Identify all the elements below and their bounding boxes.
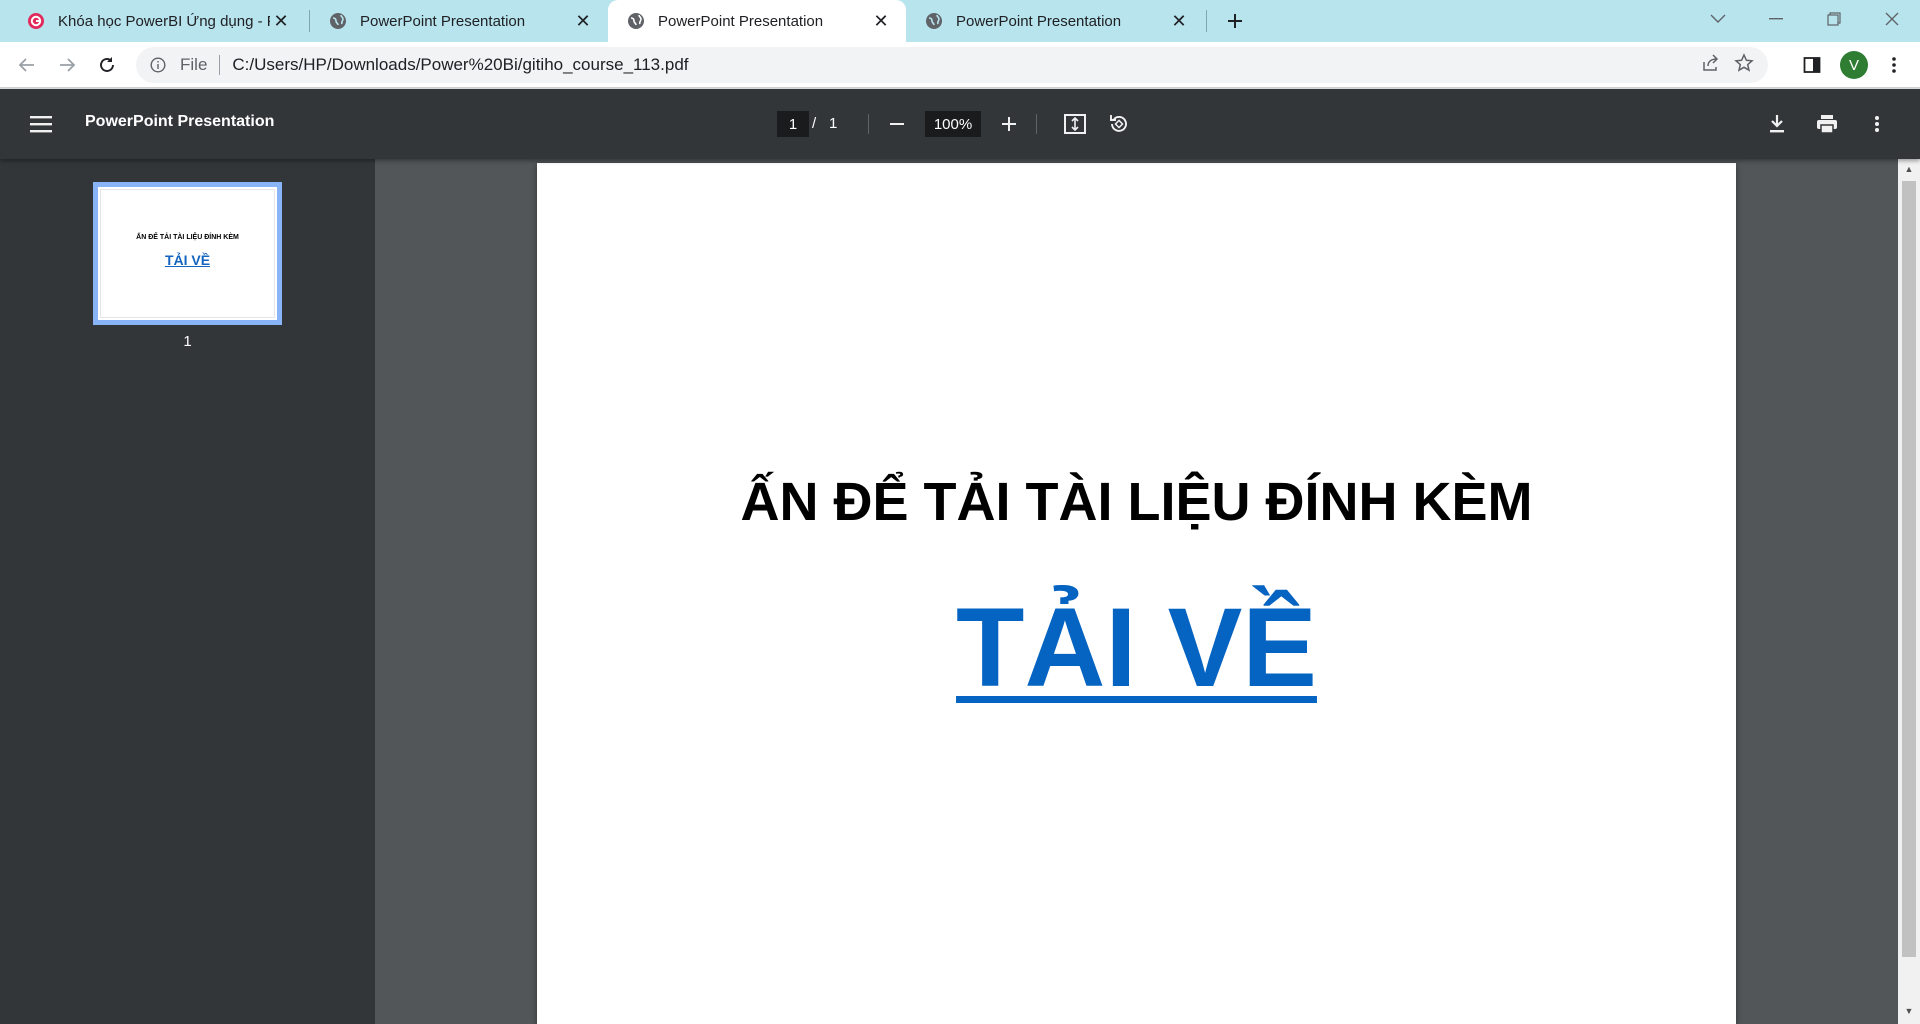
download-link[interactable]: TẢI VỀ bbox=[537, 583, 1736, 712]
minimize-icon bbox=[1769, 18, 1783, 20]
tab-powerpoint-active[interactable]: PowerPoint Presentation ✕ bbox=[608, 0, 906, 42]
bookmark-star-icon[interactable] bbox=[1734, 52, 1754, 78]
restore-icon bbox=[1827, 12, 1841, 26]
thumbnail-page: ẤN ĐỂ TẢI TÀI LIỆU ĐÍNH KÈM TẢI VỀ bbox=[100, 189, 275, 318]
omnibox-actions bbox=[1700, 52, 1754, 78]
gitiho-icon bbox=[26, 11, 46, 31]
chevron-down-icon bbox=[1710, 14, 1726, 23]
scroll-up-icon[interactable]: ▲ bbox=[1903, 163, 1915, 175]
more-actions-button[interactable] bbox=[1863, 110, 1891, 138]
tab-powerpoint-1[interactable]: PowerPoint Presentation ✕ bbox=[310, 0, 608, 42]
globe-icon bbox=[626, 11, 646, 31]
more-vertical-icon bbox=[1875, 116, 1879, 132]
side-panel-button[interactable] bbox=[1800, 53, 1824, 77]
page-heading: ẤN ĐỂ TẢI TÀI LIỆU ĐÍNH KÈM bbox=[740, 472, 1533, 532]
plus-icon bbox=[1228, 14, 1242, 28]
arrow-right-icon bbox=[60, 58, 76, 72]
more-vertical-icon bbox=[1892, 57, 1896, 73]
zoom-level-input[interactable]: 100% bbox=[925, 111, 981, 137]
vertical-scrollbar[interactable]: ▲ ▼ bbox=[1898, 159, 1920, 1024]
omnibox-divider bbox=[219, 55, 221, 75]
sidebar-toggle-button[interactable] bbox=[28, 112, 54, 136]
toolbar-divider bbox=[1036, 114, 1037, 134]
page-number-input[interactable]: 1 bbox=[777, 111, 809, 137]
print-icon bbox=[1817, 115, 1837, 134]
menu-icon bbox=[30, 116, 52, 133]
new-tab-button[interactable] bbox=[1220, 6, 1250, 36]
arrow-left-icon bbox=[18, 58, 34, 72]
tab-powerpoint-3[interactable]: PowerPoint Presentation ✕ bbox=[906, 0, 1204, 42]
scroll-down-icon[interactable]: ▼ bbox=[1903, 1005, 1915, 1017]
tab-title: PowerPoint Presentation bbox=[360, 12, 526, 30]
zoom-out-button[interactable] bbox=[883, 110, 911, 138]
tab-separator bbox=[1206, 10, 1207, 32]
share-icon[interactable] bbox=[1700, 53, 1720, 78]
tab-gitiho-course[interactable]: Khóa học PowerBI Ứng dụng - Ph ✕ bbox=[8, 0, 306, 42]
thumbnail-link: TẢI VỀ bbox=[164, 252, 211, 268]
side-panel-icon bbox=[1803, 57, 1821, 73]
rotate-counterclockwise-icon bbox=[1110, 115, 1127, 132]
url-text[interactable]: C:/Users/HP/Downloads/Power%20Bi/gitiho_… bbox=[232, 55, 1700, 75]
profile-avatar[interactable]: V bbox=[1840, 51, 1868, 79]
page-separator: / bbox=[812, 115, 817, 132]
forward-button[interactable] bbox=[52, 50, 82, 80]
globe-icon bbox=[328, 11, 348, 31]
browser-toolbar: File C:/Users/HP/Downloads/Power%20Bi/gi… bbox=[0, 42, 1920, 88]
close-tab-icon[interactable]: ✕ bbox=[270, 10, 292, 32]
thumbnail-heading: ẤN ĐỂ TẢI TÀI LIỆU ĐÍNH KÈM bbox=[136, 234, 239, 241]
reload-icon bbox=[100, 57, 114, 72]
document-viewport: ẤN ĐỂ TẢI TÀI LIỆU ĐÍNH KÈM TẢI VỀ bbox=[375, 159, 1898, 1024]
close-tab-icon[interactable]: ✕ bbox=[1168, 10, 1190, 32]
restore-button[interactable] bbox=[1806, 0, 1862, 38]
close-icon bbox=[1885, 12, 1899, 26]
tab-strip: Khóa học PowerBI Ứng dụng - Ph ✕ PowerPo… bbox=[0, 0, 1920, 42]
pdf-toolbar: PowerPoint Presentation 1 / 1 100% bbox=[0, 89, 1920, 159]
address-bar[interactable]: File C:/Users/HP/Downloads/Power%20Bi/gi… bbox=[136, 47, 1768, 83]
fit-page-icon bbox=[1064, 114, 1086, 134]
tab-title: PowerPoint Presentation bbox=[658, 12, 824, 30]
download-icon bbox=[1770, 115, 1784, 133]
fit-to-page-button[interactable] bbox=[1061, 110, 1089, 138]
thumbnail-page-number: 1 bbox=[183, 333, 192, 350]
zoom-in-button[interactable] bbox=[995, 110, 1023, 138]
tab-title: PowerPoint Presentation bbox=[956, 12, 1122, 30]
minus-icon bbox=[890, 123, 904, 125]
rotate-button[interactable] bbox=[1105, 110, 1133, 138]
info-icon[interactable] bbox=[148, 55, 168, 75]
globe-icon bbox=[924, 11, 944, 31]
print-button[interactable] bbox=[1813, 110, 1841, 138]
tab-title: Khóa học PowerBI Ứng dụng - Ph bbox=[58, 12, 270, 30]
close-window-button[interactable] bbox=[1864, 0, 1920, 38]
tab-search-button[interactable] bbox=[1690, 0, 1746, 38]
document-title: PowerPoint Presentation bbox=[85, 113, 275, 130]
close-tab-icon[interactable]: ✕ bbox=[572, 10, 594, 32]
back-button[interactable] bbox=[12, 50, 42, 80]
pdf-page: ẤN ĐỂ TẢI TÀI LIỆU ĐÍNH KÈM TẢI VỀ bbox=[537, 163, 1736, 1024]
plus-icon bbox=[1002, 117, 1016, 131]
page-total: 1 bbox=[829, 115, 838, 132]
reload-button[interactable] bbox=[92, 50, 122, 80]
thumbnail-sidebar: ẤN ĐỂ TẢI TÀI LIỆU ĐÍNH KÈM TẢI VỀ 1 bbox=[0, 159, 375, 1024]
browser-menu-button[interactable] bbox=[1880, 51, 1908, 79]
scrollbar-thumb[interactable] bbox=[1902, 181, 1916, 957]
minimize-button[interactable] bbox=[1748, 0, 1804, 38]
url-scheme-label: File bbox=[180, 55, 208, 74]
close-tab-icon[interactable]: ✕ bbox=[870, 10, 892, 32]
toolbar-divider bbox=[868, 114, 869, 134]
page-thumbnail[interactable]: ẤN ĐỂ TẢI TÀI LIỆU ĐÍNH KÈM TẢI VỀ bbox=[93, 182, 282, 325]
download-button[interactable] bbox=[1763, 110, 1791, 138]
